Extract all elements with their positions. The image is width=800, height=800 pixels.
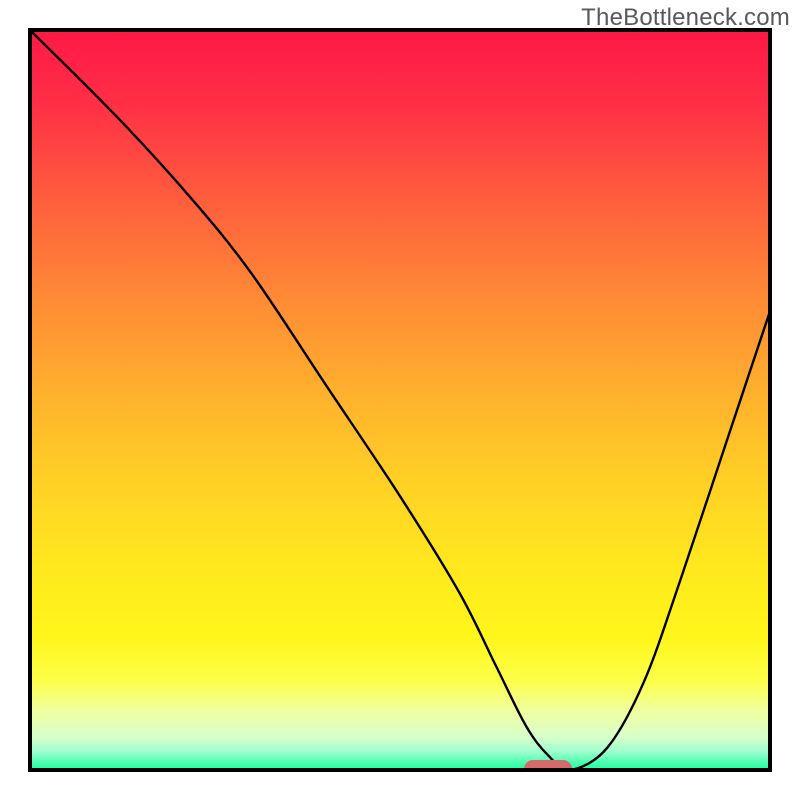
chart-container: TheBottleneck.com: [0, 0, 800, 800]
bottleneck-chart: [0, 0, 800, 800]
watermark-label: TheBottleneck.com: [581, 4, 790, 32]
